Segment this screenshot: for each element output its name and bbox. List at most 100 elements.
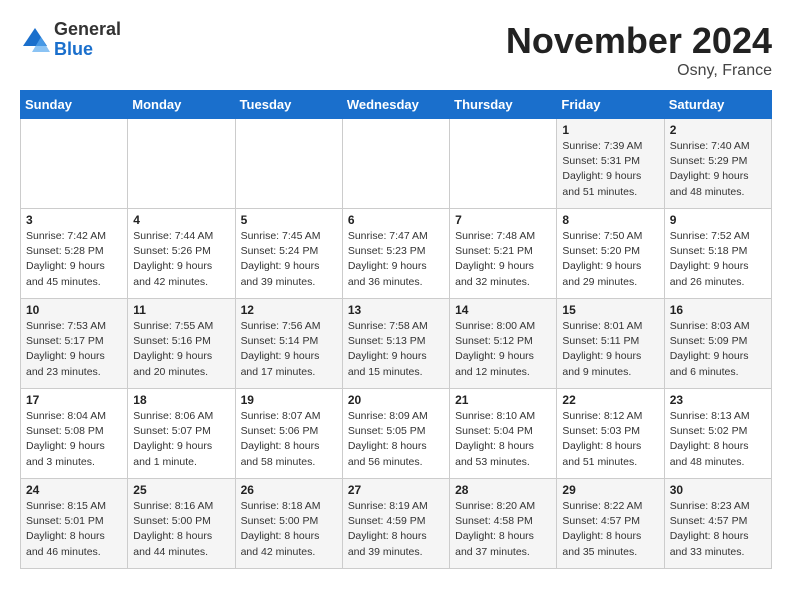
day-info: Sunrise: 8:16 AM Sunset: 5:00 PM Dayligh… (133, 499, 229, 560)
page-header: General Blue November 2024 Osny, France (20, 20, 772, 80)
calendar-cell: 9Sunrise: 7:52 AM Sunset: 5:18 PM Daylig… (664, 209, 771, 299)
day-number: 14 (455, 303, 551, 317)
day-number: 27 (348, 483, 444, 497)
day-number: 3 (26, 213, 122, 227)
calendar-week-row: 17 Sunrise: 8:04 AM Sunset: 5:08 PM Dayli… (21, 389, 772, 479)
day-info: Sunrise: 8:22 AM Sunset: 4:57 PM Dayligh… (562, 499, 658, 560)
calendar-cell: 23 Sunrise: 8:13 AM Sunset: 5:02 PM Dayli… (664, 389, 771, 479)
day-number: 10 (26, 303, 122, 317)
weekday-header: Wednesday (342, 91, 449, 119)
logo-text: General Blue (54, 20, 121, 60)
day-number: 17 (26, 393, 122, 407)
day-number: 12 (241, 303, 337, 317)
day-info: Sunrise: 8:18 AM Sunset: 5:00 PM Dayligh… (241, 499, 337, 560)
weekday-header: Saturday (664, 91, 771, 119)
calendar-cell (128, 119, 235, 209)
day-info: Sunrise: 7:45 AM Sunset: 5:24 PM Dayligh… (241, 229, 337, 290)
day-info: Sunrise: 8:10 AM Sunset: 5:04 PM Dayligh… (455, 409, 551, 470)
day-number: 21 (455, 393, 551, 407)
calendar-cell: 30Sunrise: 8:23 AM Sunset: 4:57 PM Dayli… (664, 479, 771, 569)
day-info: Sunrise: 7:55 AM Sunset: 5:16 PM Dayligh… (133, 319, 229, 380)
logo-blue: Blue (54, 39, 93, 59)
day-number: 29 (562, 483, 658, 497)
calendar-cell: 12 Sunrise: 7:56 AM Sunset: 5:14 PM Dayli… (235, 299, 342, 389)
day-info: Sunrise: 7:40 AM Sunset: 5:29 PM Dayligh… (670, 139, 766, 200)
calendar-cell: 6Sunrise: 7:47 AM Sunset: 5:23 PM Daylig… (342, 209, 449, 299)
day-info: Sunrise: 7:47 AM Sunset: 5:23 PM Dayligh… (348, 229, 444, 290)
calendar-cell: 17 Sunrise: 8:04 AM Sunset: 5:08 PM Dayli… (21, 389, 128, 479)
weekday-header: Thursday (450, 91, 557, 119)
day-info: Sunrise: 7:58 AM Sunset: 5:13 PM Dayligh… (348, 319, 444, 380)
day-number: 1 (562, 123, 658, 137)
calendar-table: SundayMondayTuesdayWednesdayThursdayFrid… (20, 90, 772, 569)
weekday-header-row: SundayMondayTuesdayWednesdayThursdayFrid… (21, 91, 772, 119)
day-info: Sunrise: 7:50 AM Sunset: 5:20 PM Dayligh… (562, 229, 658, 290)
day-number: 26 (241, 483, 337, 497)
day-info: Sunrise: 7:48 AM Sunset: 5:21 PM Dayligh… (455, 229, 551, 290)
day-info: Sunrise: 8:07 AM Sunset: 5:06 PM Dayligh… (241, 409, 337, 470)
day-info: Sunrise: 7:39 AM Sunset: 5:31 PM Dayligh… (562, 139, 658, 200)
day-number: 15 (562, 303, 658, 317)
day-number: 2 (670, 123, 766, 137)
day-number: 19 (241, 393, 337, 407)
calendar-cell: 1 Sunrise: 7:39 AM Sunset: 5:31 PM Daylig… (557, 119, 664, 209)
weekday-header: Sunday (21, 91, 128, 119)
logo-icon (20, 25, 50, 55)
day-info: Sunrise: 8:00 AM Sunset: 5:12 PM Dayligh… (455, 319, 551, 380)
calendar-cell: 22 Sunrise: 8:12 AM Sunset: 5:03 PM Dayli… (557, 389, 664, 479)
calendar-cell: 14 Sunrise: 8:00 AM Sunset: 5:12 PM Dayli… (450, 299, 557, 389)
calendar-cell: 24Sunrise: 8:15 AM Sunset: 5:01 PM Dayli… (21, 479, 128, 569)
day-info: Sunrise: 8:13 AM Sunset: 5:02 PM Dayligh… (670, 409, 766, 470)
day-number: 30 (670, 483, 766, 497)
calendar-cell: 29 Sunrise: 8:22 AM Sunset: 4:57 PM Dayli… (557, 479, 664, 569)
day-info: Sunrise: 8:06 AM Sunset: 5:07 PM Dayligh… (133, 409, 229, 470)
day-number: 25 (133, 483, 229, 497)
calendar-week-row: 1 Sunrise: 7:39 AM Sunset: 5:31 PM Daylig… (21, 119, 772, 209)
calendar-cell: 18Sunrise: 8:06 AM Sunset: 5:07 PM Dayli… (128, 389, 235, 479)
day-info: Sunrise: 7:53 AM Sunset: 5:17 PM Dayligh… (26, 319, 122, 380)
day-info: Sunrise: 8:09 AM Sunset: 5:05 PM Dayligh… (348, 409, 444, 470)
day-number: 5 (241, 213, 337, 227)
day-info: Sunrise: 8:04 AM Sunset: 5:08 PM Dayligh… (26, 409, 122, 470)
location: Osny, France (506, 62, 772, 80)
weekday-header: Tuesday (235, 91, 342, 119)
calendar-cell: 4 Sunrise: 7:44 AM Sunset: 5:26 PM Daylig… (128, 209, 235, 299)
day-number: 16 (670, 303, 766, 317)
calendar-cell: 19 Sunrise: 8:07 AM Sunset: 5:06 PM Dayli… (235, 389, 342, 479)
calendar-cell: 27 Sunrise: 8:19 AM Sunset: 4:59 PM Dayli… (342, 479, 449, 569)
calendar-cell: 5 Sunrise: 7:45 AM Sunset: 5:24 PM Daylig… (235, 209, 342, 299)
day-number: 23 (670, 393, 766, 407)
calendar-cell: 2 Sunrise: 7:40 AM Sunset: 5:29 PM Daylig… (664, 119, 771, 209)
calendar-cell: 13Sunrise: 7:58 AM Sunset: 5:13 PM Dayli… (342, 299, 449, 389)
day-number: 22 (562, 393, 658, 407)
day-number: 9 (670, 213, 766, 227)
day-info: Sunrise: 7:42 AM Sunset: 5:28 PM Dayligh… (26, 229, 122, 290)
calendar-cell: 15 Sunrise: 8:01 AM Sunset: 5:11 PM Dayli… (557, 299, 664, 389)
day-number: 7 (455, 213, 551, 227)
day-number: 8 (562, 213, 658, 227)
calendar-cell: 7 Sunrise: 7:48 AM Sunset: 5:21 PM Daylig… (450, 209, 557, 299)
logo: General Blue (20, 20, 121, 60)
calendar-cell (450, 119, 557, 209)
day-number: 28 (455, 483, 551, 497)
calendar-week-row: 10 Sunrise: 7:53 AM Sunset: 5:17 PM Dayli… (21, 299, 772, 389)
day-number: 4 (133, 213, 229, 227)
day-info: Sunrise: 8:19 AM Sunset: 4:59 PM Dayligh… (348, 499, 444, 560)
calendar-cell (342, 119, 449, 209)
day-info: Sunrise: 8:12 AM Sunset: 5:03 PM Dayligh… (562, 409, 658, 470)
calendar-week-row: 3 Sunrise: 7:42 AM Sunset: 5:28 PM Daylig… (21, 209, 772, 299)
title-block: November 2024 Osny, France (506, 20, 772, 80)
weekday-header: Friday (557, 91, 664, 119)
day-info: Sunrise: 7:56 AM Sunset: 5:14 PM Dayligh… (241, 319, 337, 380)
calendar-cell: 28 Sunrise: 8:20 AM Sunset: 4:58 PM Dayli… (450, 479, 557, 569)
calendar-cell: 10 Sunrise: 7:53 AM Sunset: 5:17 PM Dayli… (21, 299, 128, 389)
calendar-cell: 21 Sunrise: 8:10 AM Sunset: 5:04 PM Dayli… (450, 389, 557, 479)
day-info: Sunrise: 8:03 AM Sunset: 5:09 PM Dayligh… (670, 319, 766, 380)
day-info: Sunrise: 8:01 AM Sunset: 5:11 PM Dayligh… (562, 319, 658, 380)
day-number: 20 (348, 393, 444, 407)
day-info: Sunrise: 7:44 AM Sunset: 5:26 PM Dayligh… (133, 229, 229, 290)
day-info: Sunrise: 8:20 AM Sunset: 4:58 PM Dayligh… (455, 499, 551, 560)
calendar-cell (21, 119, 128, 209)
calendar-cell (235, 119, 342, 209)
day-number: 24 (26, 483, 122, 497)
